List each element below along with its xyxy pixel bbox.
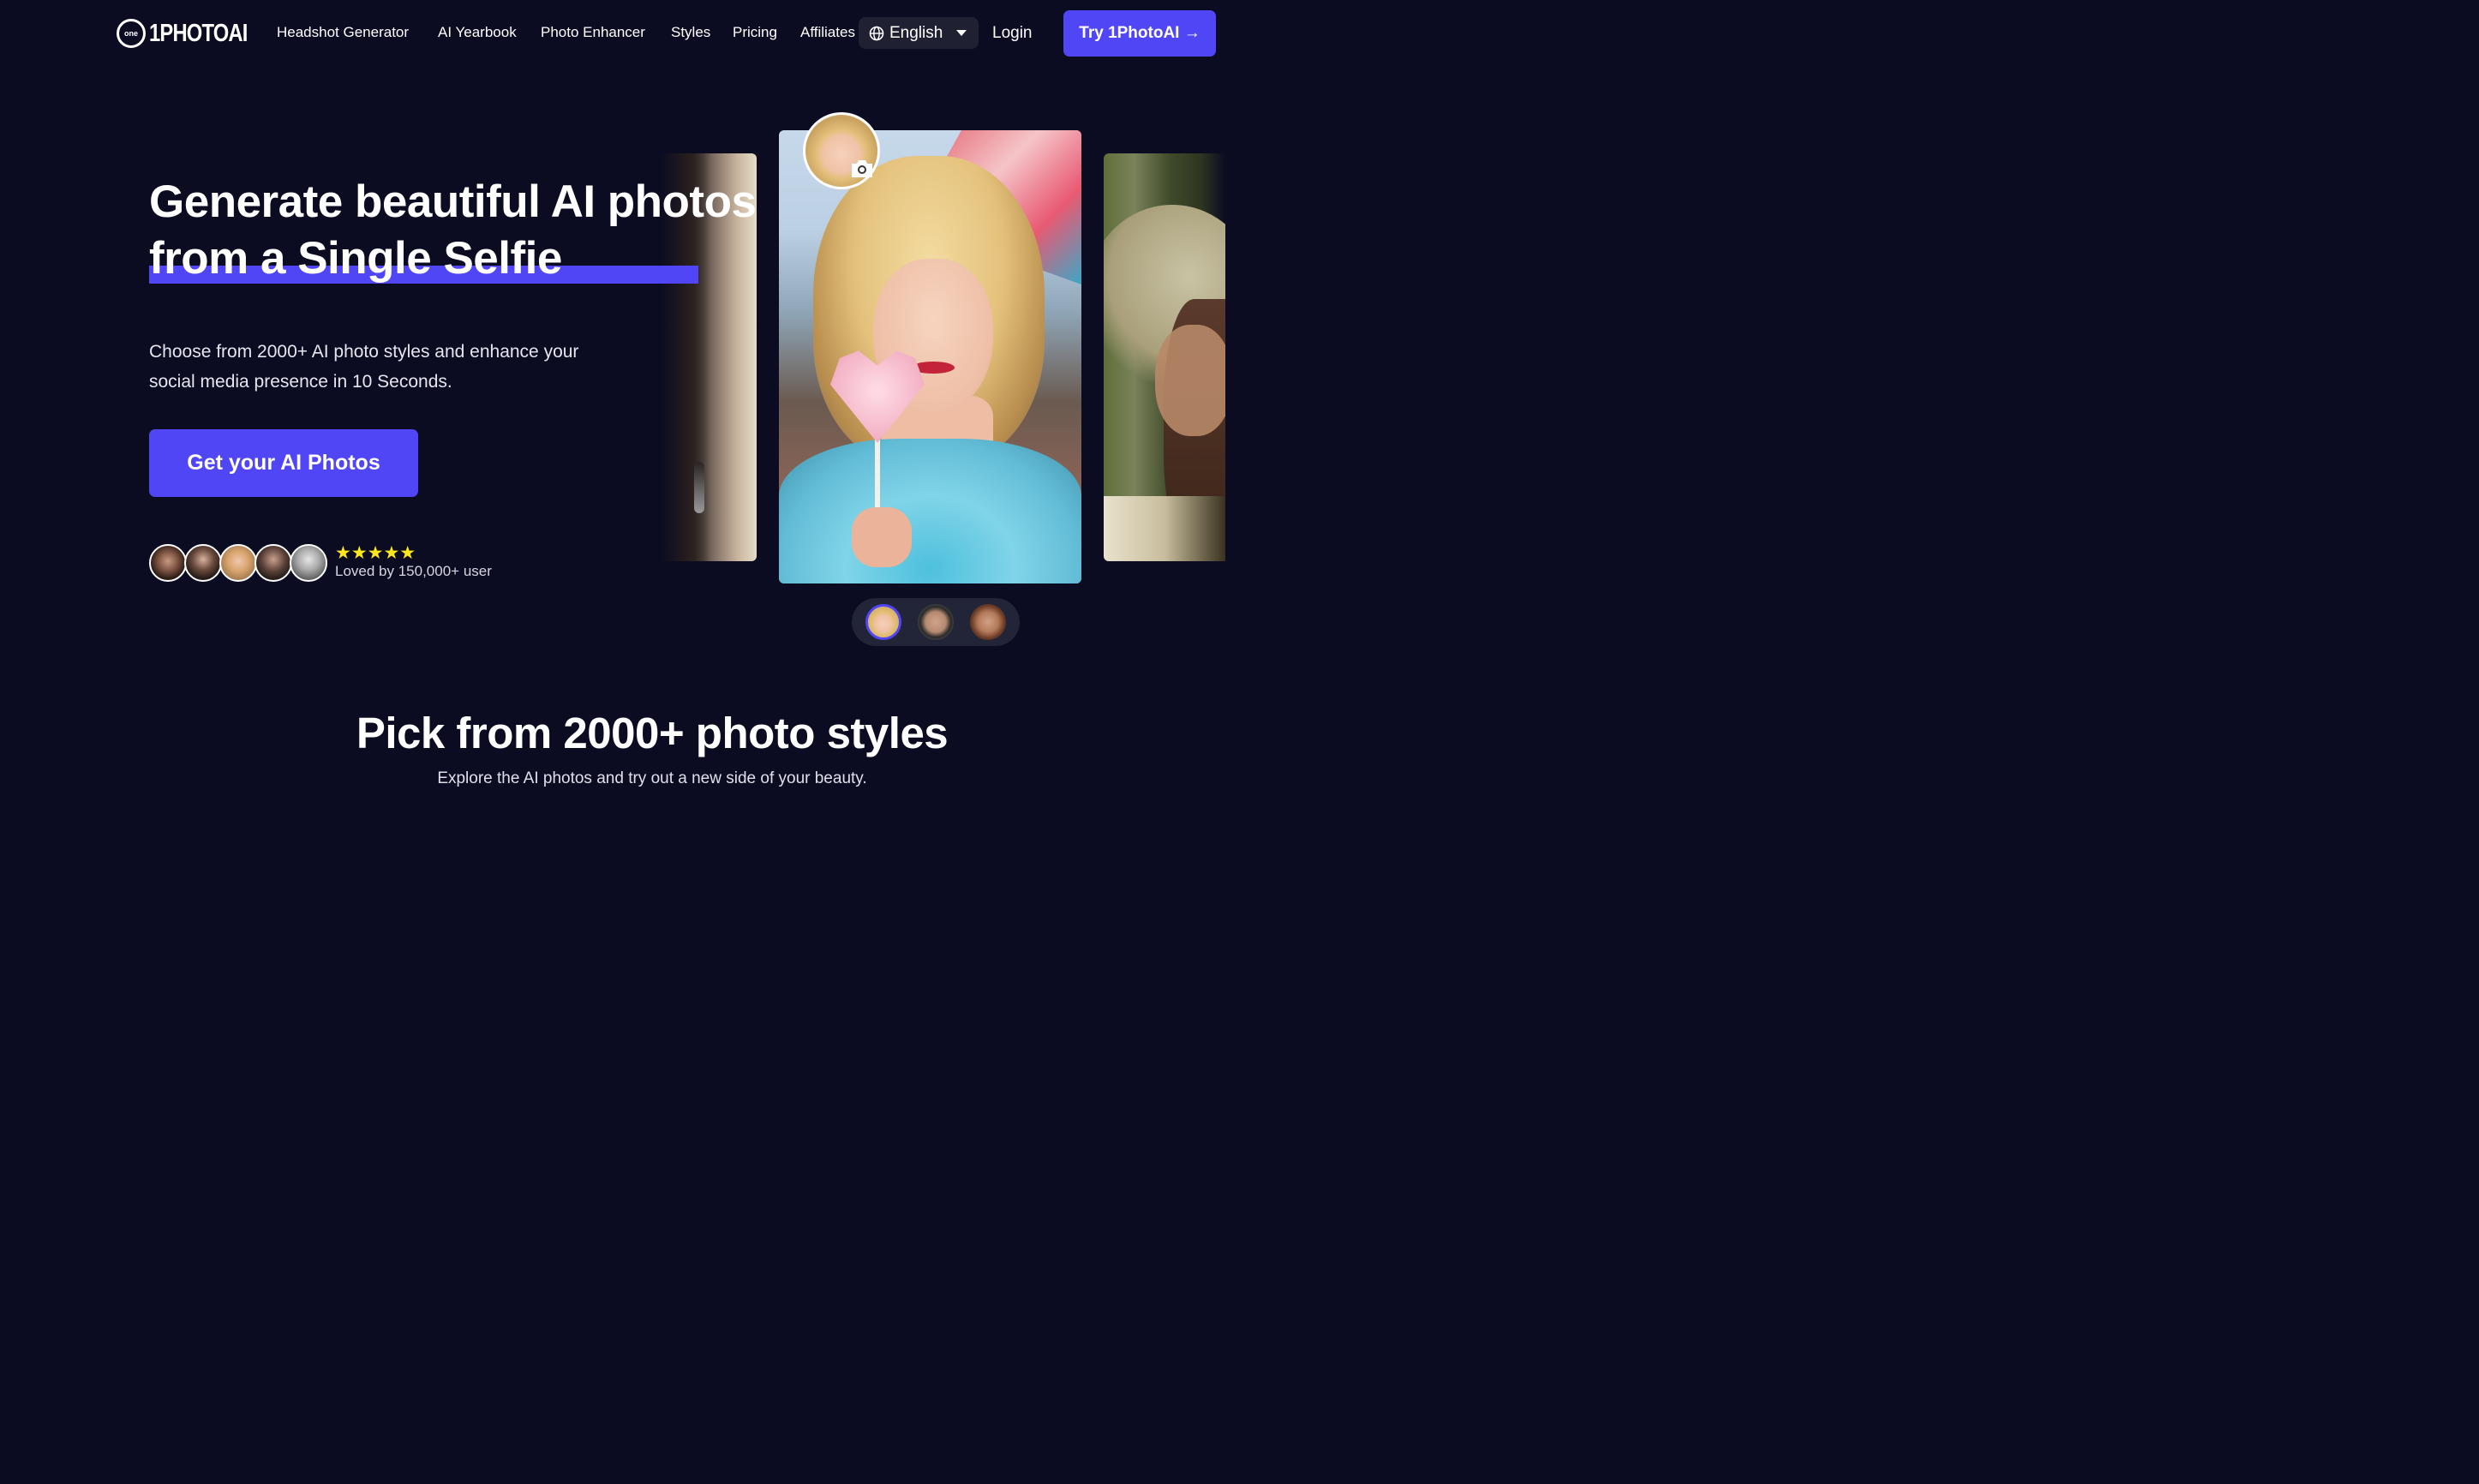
globe-icon [869, 26, 884, 40]
try-1photoai-button[interactable]: Try 1PhotoAI → [1063, 10, 1216, 57]
social-proof-text: Loved by 150,000+ user [335, 563, 492, 579]
model-avatar-selected[interactable] [865, 604, 901, 640]
logo-text: 1PHOTOAI [149, 19, 248, 47]
language-label: English [889, 23, 943, 42]
model-switcher [852, 598, 1020, 646]
model-avatar[interactable] [970, 604, 1007, 640]
nav-link-ai-yearbook[interactable]: AI Yearbook [438, 24, 517, 41]
rating-stars: ★★★★★ [335, 543, 416, 563]
logo[interactable]: one 1PHOTOAI [117, 15, 269, 51]
style-photo-main[interactable] [779, 130, 1081, 583]
avatar [149, 544, 187, 582]
language-select[interactable]: English [859, 17, 979, 49]
avatar [254, 544, 292, 582]
nav-link-headshot-generator[interactable]: Headshot Generator [277, 24, 409, 41]
hero-subtitle: Choose from 2000+ AI photo styles and en… [149, 342, 579, 392]
chevron-down-icon [956, 30, 967, 36]
get-ai-photos-button[interactable]: Get your AI Photos [149, 429, 418, 497]
hero-title-line1: Generate beautiful AI photos [149, 177, 757, 227]
cta-label: Get your AI Photos [187, 451, 380, 475]
avatar [219, 544, 257, 582]
nav-link-styles[interactable]: Styles [671, 24, 710, 41]
try-button-label: Try 1PhotoAI → [1079, 24, 1201, 42]
styles-section-subtitle: Explore the AI photos and try out a new … [437, 769, 867, 787]
nav-link-pricing[interactable]: Pricing [733, 24, 777, 41]
style-photo-right[interactable] [1104, 153, 1225, 561]
hero-title-line2: from a Single Selfie [149, 233, 562, 284]
avatar [290, 544, 327, 582]
nav-link-affiliates[interactable]: Affiliates [800, 24, 855, 41]
hero-title: Generate beautiful AI photos from a Sing… [149, 174, 800, 287]
user-avatars [149, 544, 327, 582]
model-avatar[interactable] [917, 604, 954, 640]
camera-icon [852, 160, 872, 177]
login-link[interactable]: Login [992, 24, 1033, 43]
styles-section-title: Pick from 2000+ photo styles [356, 709, 949, 757]
avatar [184, 544, 222, 582]
logo-badge-icon: one [117, 19, 146, 48]
nav-link-photo-enhancer[interactable]: Photo Enhancer [541, 24, 645, 41]
